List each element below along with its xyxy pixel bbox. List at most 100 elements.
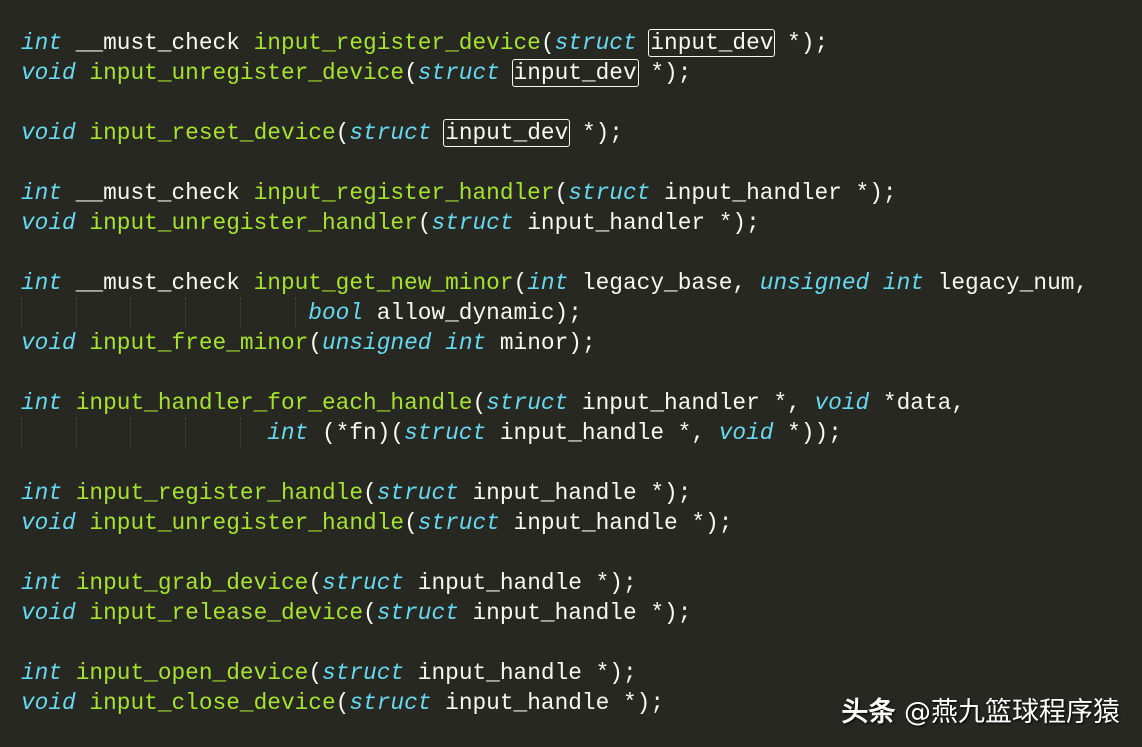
keyword-token: int — [21, 270, 63, 296]
code-text-token: __must_check — [62, 270, 254, 296]
keyword-token: struct — [404, 420, 487, 446]
function-name-token: input_register_handle — [75, 480, 364, 506]
code-text-token: input_handle *, — [486, 420, 719, 446]
code-text-token: ( — [417, 210, 432, 236]
keyword-token: void — [21, 60, 76, 86]
keyword-token: struct — [554, 30, 637, 56]
code-text-token: legacy_num, — [923, 270, 1089, 296]
code-text-token: __must_check — [62, 30, 254, 56]
code-text-token: ( — [554, 180, 569, 206]
code-text-token: ( — [308, 660, 322, 686]
code-text-token: input_handle *); — [404, 570, 637, 596]
keyword-token: int — [21, 570, 63, 596]
function-name-token: input_get_new_minor — [253, 270, 514, 296]
keyword-token: struct — [568, 180, 651, 206]
indent-guides — [21, 418, 267, 448]
keyword-token: void — [21, 510, 76, 536]
code-text-token: *)); — [773, 420, 842, 446]
keyword-token: int — [21, 480, 63, 506]
keyword-token: struct — [349, 120, 432, 146]
keyword-token: unsigned — [759, 270, 870, 296]
keyword-token: struct — [349, 690, 432, 716]
keyword-token: void — [21, 210, 76, 236]
code-line: int __must_check input_register_handler(… — [21, 178, 1088, 208]
watermark: 头条 @燕九篮球程序猿 — [841, 690, 1120, 729]
keyword-token: void — [21, 600, 76, 626]
code-text-token: minor); — [486, 330, 596, 356]
code-line: void input_unregister_handler(struct inp… — [21, 208, 1088, 238]
keyword-token: void — [718, 420, 774, 446]
code-text-token: input_handler *, — [568, 390, 815, 416]
keyword-token: void — [21, 120, 76, 146]
code-editor[interactable]: int __must_check input_register_device(s… — [21, 28, 1088, 718]
code-text-token: allow_dynamic); — [363, 300, 582, 326]
code-text-token: (*fn)( — [308, 420, 405, 446]
code-text-token: input_handler *); — [513, 210, 760, 236]
code-line: int input_register_handle(struct input_h… — [21, 478, 1088, 508]
keyword-token: void — [21, 330, 76, 356]
code-text-token: *); — [636, 60, 692, 86]
watermark-brand: 头条 — [841, 697, 896, 728]
code-line: void input_free_minor(unsigned int minor… — [21, 328, 1088, 358]
keyword-token: struct — [417, 510, 500, 536]
code-text-token: input_handler *); — [650, 180, 897, 206]
function-name-token: input_grab_device — [75, 570, 309, 596]
code-line: void input_release_device(struct input_h… — [21, 598, 1088, 628]
code-text-token: input_handle *); — [431, 690, 665, 716]
keyword-token: int — [527, 270, 569, 296]
keyword-token: struct — [417, 60, 500, 86]
watermark-handle: @燕九篮球程序猿 — [895, 697, 1120, 728]
keyword-token: struct — [431, 210, 514, 236]
code-text-token: ( — [335, 120, 350, 146]
code-text-token: ( — [308, 570, 322, 596]
code-text-token: ( — [335, 690, 350, 716]
code-text-token: ( — [308, 330, 322, 356]
code-text-token: __must_check — [62, 180, 254, 206]
code-line: int input_open_device(struct input_handl… — [21, 658, 1088, 688]
code-text-token: ( — [404, 510, 418, 536]
code-text-token: ( — [513, 270, 528, 296]
code-line: void input_reset_device(struct input_dev… — [21, 118, 1088, 148]
keyword-token: int — [882, 270, 924, 296]
code-text-token: ( — [404, 60, 418, 86]
highlighted-match-token: input_dev — [443, 119, 571, 147]
function-name-token: input_close_device — [89, 690, 336, 716]
code-line: bool allow_dynamic); — [21, 298, 1088, 328]
function-name-token: input_free_minor — [89, 330, 309, 356]
code-line: int __must_check input_get_new_minor(int… — [21, 268, 1088, 298]
function-name-token: input_unregister_device — [89, 60, 405, 86]
code-line: void input_unregister_handle(struct inpu… — [21, 508, 1088, 538]
keyword-token: struct — [322, 570, 405, 596]
keyword-token: struct — [376, 480, 459, 506]
keyword-token: void — [21, 690, 76, 716]
function-name-token: input_open_device — [75, 660, 309, 686]
code-text-token: ( — [540, 30, 555, 56]
keyword-token: int — [21, 390, 63, 416]
code-text-token: *data, — [869, 390, 965, 416]
function-name-token: input_register_handler — [253, 180, 555, 206]
code-line: int input_handler_for_each_handle(struct… — [21, 388, 1088, 418]
indent-guides — [21, 298, 308, 328]
function-name-token: input_handler_for_each_handle — [75, 390, 473, 416]
code-text-token: input_handle *); — [458, 600, 692, 626]
keyword-token: bool — [308, 300, 364, 326]
function-name-token: input_release_device — [89, 600, 364, 626]
code-text-token: legacy_base, — [568, 270, 760, 296]
keyword-token: unsigned — [322, 330, 432, 356]
